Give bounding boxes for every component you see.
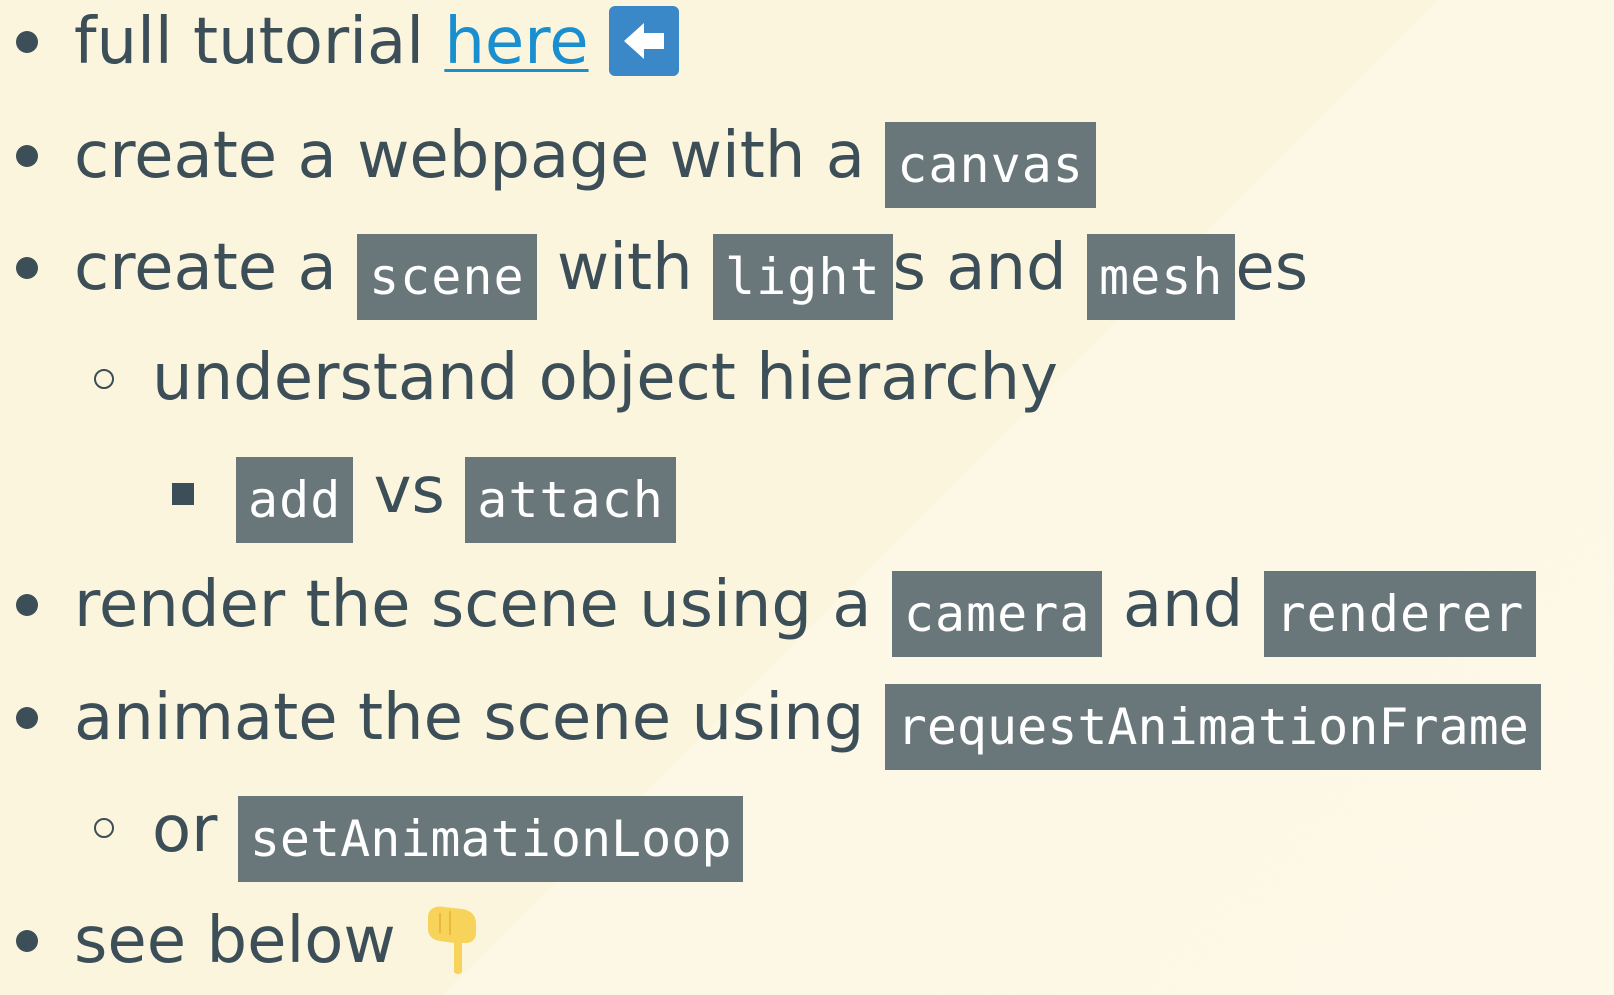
bullet-disc (16, 594, 38, 616)
code-canvas: canvas (885, 122, 1096, 209)
bullet-disc (16, 707, 38, 729)
scene-text-2: with (536, 231, 714, 305)
scene-text-4: es (1235, 231, 1309, 305)
webpage-text: create a webpage with a (74, 119, 886, 193)
hierarchy-text: understand object hierarchy (152, 341, 1058, 415)
bullet-square (172, 483, 194, 505)
render-text-1: render the scene using a (74, 568, 892, 642)
back-arrow-icon[interactable] (608, 6, 679, 77)
code-scene: scene (357, 234, 537, 321)
bullet-circle (94, 369, 114, 389)
bullet-circle (94, 818, 114, 838)
list-item-webpage: create a webpage with a canvas (74, 111, 1096, 209)
list-item-loop: or setAnimationLoop (152, 785, 744, 883)
list-item-render: render the scene using a camera and rend… (74, 560, 1537, 658)
tutorial-prefix: full tutorial (74, 5, 445, 79)
scene-text-1: create a (74, 231, 358, 305)
below-text: see below (74, 904, 396, 978)
code-attach: attach (465, 457, 676, 544)
code-set-animation-loop: setAnimationLoop (237, 796, 744, 883)
code-renderer: renderer (1263, 571, 1537, 658)
bullet-disc (16, 31, 38, 53)
code-mesh: mesh (1087, 234, 1236, 321)
pointing-down-hand-icon (422, 905, 482, 995)
bullet-disc (16, 145, 38, 167)
animate-text: animate the scene using (74, 681, 885, 755)
code-add: add (236, 457, 354, 544)
list-item-hierarchy: understand object hierarchy (152, 333, 1058, 423)
bullet-disc (16, 930, 38, 952)
tutorial-link[interactable]: here (444, 5, 588, 79)
code-request-animation-frame: requestAnimationFrame (884, 684, 1541, 771)
list-item-animate: animate the scene using requestAnimation… (74, 673, 1541, 771)
list-item-scene: create a scene with light s and mesh es (74, 223, 1309, 321)
list-item-add-attach: add vs attach (236, 446, 676, 544)
code-camera: camera (891, 571, 1103, 658)
bullet-disc (16, 257, 38, 279)
loop-text: or (152, 793, 238, 867)
slide: full tutorial here create a webpage with… (0, 0, 1614, 995)
list-item-tutorial: full tutorial here (74, 0, 679, 87)
render-text-2: and (1102, 568, 1264, 642)
list-item-below: see below (74, 896, 482, 986)
scene-text-3: s and (892, 231, 1087, 305)
add-attach-text: vs (353, 454, 466, 528)
code-light: light (713, 234, 893, 321)
